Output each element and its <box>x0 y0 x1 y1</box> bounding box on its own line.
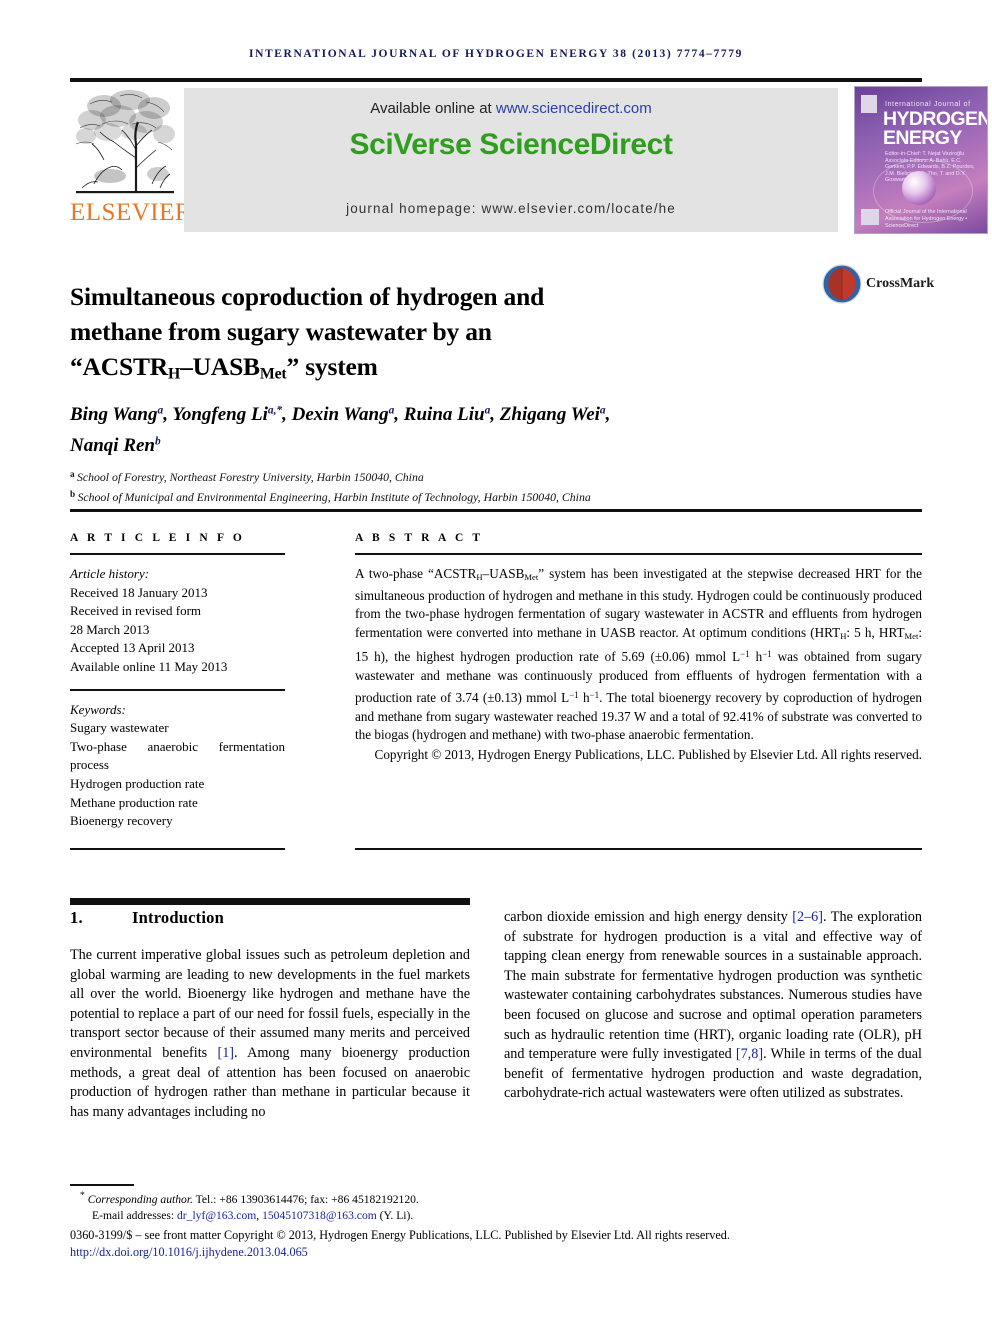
history-item: Received in revised form <box>70 603 202 619</box>
keyword-item: Sugary wastewater <box>70 720 169 736</box>
sciverse-wordmark: SciVerse ScienceDirect <box>349 128 673 161</box>
affiliations: a School of Forestry, Northeast Forestry… <box>70 466 910 505</box>
citation-link[interactable]: [7,8] <box>736 1046 763 1062</box>
info-close-rule <box>70 848 285 850</box>
title-line-3: “ACSTRH–UASBMet” system <box>70 352 378 383</box>
citation-link[interactable]: [1] <box>217 1045 234 1061</box>
page-title: Simultaneous coproduction of hydrogen an… <box>70 279 710 391</box>
abstract-column: A B S T R A C T A two-phase “ACSTRH–UASB… <box>355 532 922 764</box>
intro-paragraph-right: carbon dioxide emission and high energy … <box>504 909 922 1102</box>
affiliation-a: a School of Forestry, Northeast Forestry… <box>70 469 424 485</box>
abstract-copyright: Copyright © 2013, Hydrogen Energy Public… <box>374 746 922 762</box>
email-link-2[interactable]: 15045107318@163.com <box>262 1209 377 1222</box>
abstract-body: A two-phase “ACSTRH–UASBMet” system has … <box>355 566 923 743</box>
info-section-rule <box>70 509 922 512</box>
body-column-left: 1. Introduction The current imperative gl… <box>70 908 470 1122</box>
section-number: 1. <box>70 908 83 927</box>
email-link-1[interactable]: dr_lyf@163.com <box>177 1209 256 1222</box>
cover-publisher-mark-bottom <box>861 209 879 225</box>
journal-cover-thumbnail: International Journal of HYDROGEN ENERGY … <box>854 86 988 234</box>
intro-paragraph-left: The current imperative global issues suc… <box>70 947 470 1120</box>
crossmark-label: CrossMark <box>866 276 935 291</box>
email-note: E-mail addresses: dr_lyf@163.com, 150451… <box>92 1209 414 1223</box>
author-line-2: Nanqi Renb <box>70 434 161 456</box>
history-item: Received 18 January 2013 <box>70 584 208 600</box>
header-rule <box>70 78 922 82</box>
elsevier-tree-icon <box>74 88 176 200</box>
keyword-item: Hydrogen production rate <box>70 775 205 791</box>
title-sub-h: H <box>168 365 181 383</box>
running-head: International Journal of Hydrogen Energy… <box>249 48 743 60</box>
sciencedirect-link[interactable]: www.sciencedirect.com <box>496 100 652 117</box>
corresponding-marker: * <box>80 1190 85 1201</box>
cover-title-line2: ENERGY <box>883 127 962 149</box>
author-list: Bing Wanga, Yongfeng Lia,*, Dexin Wanga,… <box>70 398 810 459</box>
journal-homepage-line[interactable]: journal homepage: www.elsevier.com/locat… <box>184 201 838 216</box>
keywords-label: Keywords: <box>70 701 126 717</box>
available-online-line: Available online at www.sciencedirect.co… <box>184 100 838 117</box>
affiliation-b: b School of Municipal and Environmental … <box>70 488 591 504</box>
article-page: International Journal of Hydrogen Energy… <box>0 0 992 1323</box>
available-online-text: Available online at <box>370 100 496 117</box>
section-title: Introduction <box>132 908 224 927</box>
history-item: Accepted 13 April 2013 <box>70 640 195 656</box>
abstract-close-rule <box>355 848 922 850</box>
journal-masthead: ELSEVIER Available online at www.science… <box>70 86 988 234</box>
keyword-item: Two-phase anaerobic fermentation process <box>70 738 285 773</box>
citation-link[interactable]: [2–6] <box>792 909 823 925</box>
keywords-block: Keywords: Sugary wastewater Two-phase an… <box>70 701 285 831</box>
keywords-divider <box>70 688 285 691</box>
title-sub-met: Met <box>259 365 287 383</box>
title-line-1: Simultaneous coproduction of hydrogen an… <box>70 282 545 312</box>
article-info-column: A R T I C L E I N F O Article history: R… <box>70 532 285 831</box>
cover-sphere-graphic <box>902 171 936 205</box>
title-line-2: methane from sugary wastewater by an <box>70 317 492 347</box>
sciencedirect-band: Available online at www.sciencedirect.co… <box>184 88 838 232</box>
footnote-rule <box>70 1184 134 1186</box>
doi-link[interactable]: http://dx.doi.org/10.1016/j.ijhydene.201… <box>70 1244 922 1261</box>
body-column-right: carbon dioxide emission and high energy … <box>504 908 922 1104</box>
crossmark-badge[interactable]: CrossMark <box>822 264 934 316</box>
keyword-item: Bioenergy recovery <box>70 813 173 829</box>
crossmark-icon <box>822 264 862 304</box>
footnote-block: * Corresponding author. Tel.: +86 139036… <box>70 1188 922 1261</box>
elsevier-wordmark: ELSEVIER <box>70 199 193 226</box>
elsevier-logo-block: ELSEVIER <box>70 86 193 234</box>
section-divider-bar <box>70 898 470 905</box>
article-info-underline <box>70 553 285 555</box>
corresponding-author-note: * Corresponding author. Tel.: +86 139036… <box>80 1190 419 1206</box>
front-matter-note: 0360-3199/$ – see front matter Copyright… <box>70 1227 730 1242</box>
cover-kicker: International Journal of <box>885 101 971 108</box>
keyword-item: Methane production rate <box>70 794 198 810</box>
cover-footer: Official Journal of the International As… <box>885 209 968 229</box>
author-line-1: Bing Wanga, Yongfeng Lia,*, Dexin Wanga,… <box>70 404 611 426</box>
abstract-heading: A B S T R A C T <box>355 532 484 544</box>
article-info-heading: A R T I C L E I N F O <box>70 532 245 544</box>
history-item: Available online 11 May 2013 <box>70 658 228 674</box>
section-heading-introduction: 1. Introduction <box>70 908 470 928</box>
article-history-label: Article history: <box>70 566 150 581</box>
cover-title: HYDROGEN ENERGY <box>883 109 987 149</box>
abstract-underline <box>355 553 922 555</box>
article-history-block: Article history: Received 18 January 201… <box>70 565 285 677</box>
cover-publisher-mark-top <box>861 95 877 113</box>
history-item: 28 March 2013 <box>70 621 150 637</box>
